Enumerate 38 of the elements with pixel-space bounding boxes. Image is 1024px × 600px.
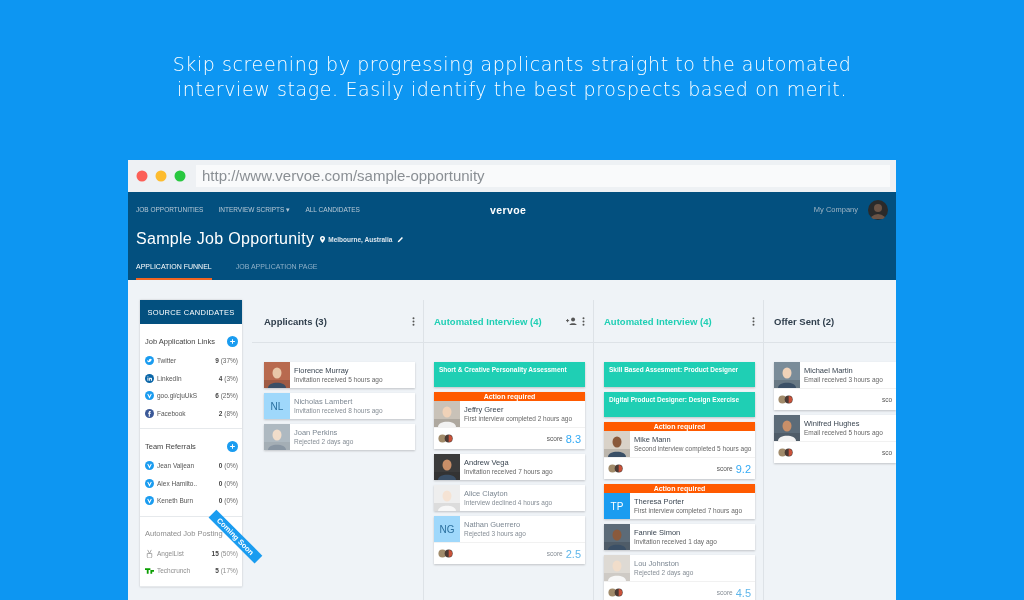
- add-icon[interactable]: [227, 335, 238, 347]
- column-title: Offer Sent (2): [774, 315, 836, 327]
- reviewer-avatars-icon: [778, 395, 794, 404]
- menu-icon[interactable]: [582, 316, 585, 326]
- initials-avatar: NG: [434, 516, 460, 542]
- reviewer-avatars-icon: [438, 549, 454, 558]
- score-value: 4.5: [735, 586, 751, 599]
- job-title: Sample Job Opportunity: [136, 230, 315, 248]
- add-icon[interactable]: [227, 440, 238, 452]
- column-title: Applicants (3): [264, 315, 328, 327]
- vervoe-icon: [145, 391, 154, 401]
- score-value: 9.2: [735, 462, 751, 475]
- column-title: Automated Interview (4): [604, 315, 713, 327]
- address-bar[interactable]: http://www.vervoe.com/sample-opportunity: [196, 165, 890, 187]
- edit-icon[interactable]: [397, 235, 405, 243]
- reviewer-avatars-icon: [438, 434, 454, 443]
- initials-avatar: TP: [604, 493, 630, 519]
- reviewer-avatars-icon: [608, 464, 624, 473]
- vervoe-icon: [145, 461, 154, 471]
- linkedin-icon: [145, 373, 154, 383]
- score-value: 8.3: [565, 432, 581, 445]
- logo[interactable]: vervoe: [490, 203, 527, 216]
- reviewer-avatars-icon: [778, 448, 794, 457]
- vervoe-icon: [145, 478, 154, 488]
- techcrunch-icon: [145, 566, 154, 576]
- facebook-icon: [145, 408, 154, 418]
- add-person-icon[interactable]: [566, 317, 577, 325]
- vervoe-icon: [145, 496, 154, 506]
- reviewer-avatars-icon: [608, 588, 624, 597]
- initials-avatar: NL: [264, 393, 290, 419]
- twitter-icon: [145, 356, 154, 366]
- headline: Skip screening by progressing applicants straight to the automated interview stage. Easily identify the best prospects based on merit.: [171, 52, 853, 102]
- menu-icon[interactable]: [752, 316, 755, 326]
- location-pin-icon: [320, 235, 326, 243]
- window-controls-icon: [136, 170, 186, 182]
- column-title: Automated Interview (4): [434, 315, 543, 327]
- score-value: 2.5: [565, 547, 581, 560]
- menu-icon[interactable]: [412, 316, 415, 326]
